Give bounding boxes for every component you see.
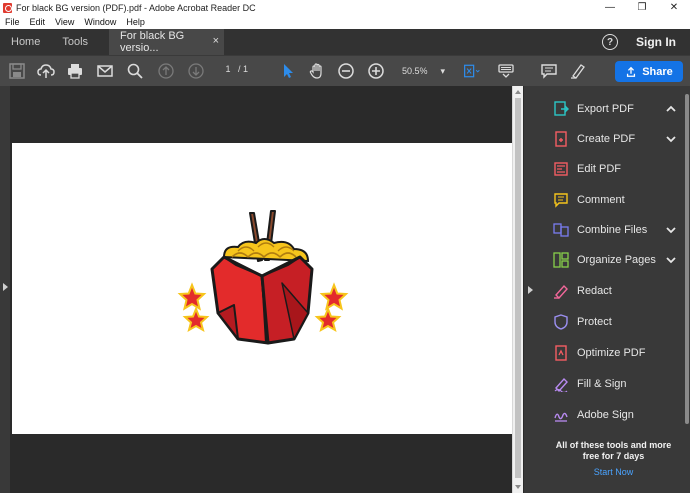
previous-page-icon[interactable]: [156, 61, 176, 81]
tool-adobe-sign[interactable]: Adobe Sign: [537, 402, 682, 428]
select-cursor-icon[interactable]: [278, 61, 298, 81]
minimize-button[interactable]: —: [594, 0, 626, 15]
comment-icon: [553, 192, 569, 208]
tools-pane-scrollbar[interactable]: [683, 86, 690, 426]
tab-tools[interactable]: Tools: [51, 29, 99, 55]
keyboard-icon[interactable]: [496, 61, 516, 81]
menu-edit[interactable]: Edit: [30, 17, 46, 27]
save-icon[interactable]: [7, 61, 27, 81]
close-button[interactable]: ✕: [658, 0, 690, 15]
scroll-down-icon[interactable]: [515, 485, 521, 489]
tool-label: Organize Pages: [577, 254, 656, 266]
noodle-box-logo: [177, 210, 349, 345]
export-pdf-icon: [553, 101, 569, 117]
tool-label: Fill & Sign: [577, 378, 627, 390]
zoom-out-icon[interactable]: [336, 61, 356, 81]
window-title: For black BG version (PDF).pdf - Adobe A…: [16, 2, 256, 13]
tab-home[interactable]: Home: [0, 29, 51, 55]
tool-label: Optimize PDF: [577, 347, 646, 359]
sign-in-button[interactable]: Sign In: [636, 35, 676, 49]
zoom-in-icon[interactable]: [366, 61, 386, 81]
tool-comment[interactable]: Comment: [537, 187, 682, 213]
share-button[interactable]: Share: [615, 61, 683, 82]
share-label: Share: [642, 65, 673, 78]
optimize-pdf-icon: [553, 345, 569, 361]
vertical-scrollbar[interactable]: [512, 86, 523, 493]
tool-protect[interactable]: Protect: [537, 309, 682, 335]
menu-view[interactable]: View: [55, 17, 74, 27]
scrollbar-thumb[interactable]: [515, 98, 521, 478]
window-controls: — ❐ ✕: [594, 0, 690, 15]
tool-redact[interactable]: Redact: [537, 278, 682, 304]
title-bar: For black BG version (PDF).pdf - Adobe A…: [0, 0, 690, 15]
redact-icon: [553, 283, 569, 299]
email-icon[interactable]: [95, 61, 115, 81]
tab-document-label: For black BG versio...: [120, 30, 185, 54]
chevron-down-icon: ▾: [440, 65, 445, 76]
left-panel-toggle[interactable]: [0, 86, 11, 493]
tool-optimize-pdf[interactable]: Optimize PDF: [537, 340, 682, 366]
menu-help[interactable]: Help: [126, 17, 145, 27]
menu-file[interactable]: File: [5, 17, 20, 27]
hand-tool-icon[interactable]: [307, 61, 327, 81]
adobe-sign-icon: [553, 407, 569, 423]
maximize-button[interactable]: ❐: [626, 0, 658, 15]
start-now-link[interactable]: Start Now: [537, 467, 690, 477]
print-icon[interactable]: [65, 61, 85, 81]
search-icon[interactable]: [125, 61, 145, 81]
page-total: / 1: [238, 64, 249, 74]
protect-icon: [553, 314, 569, 330]
tool-create-pdf[interactable]: Create PDF: [537, 126, 682, 152]
acrobat-app-icon: [3, 2, 12, 13]
tool-combine-files[interactable]: Combine Files: [537, 217, 682, 243]
highlight-pen-icon[interactable]: [568, 61, 588, 81]
chevron-up-icon[interactable]: [666, 104, 676, 114]
chevron-down-icon[interactable]: [666, 255, 676, 265]
create-pdf-icon: [553, 131, 569, 147]
tool-label: Edit PDF: [577, 163, 622, 175]
expand-left-icon: [3, 283, 8, 291]
zoom-level-value: 50.5%: [402, 66, 428, 76]
tool-fill-sign[interactable]: Fill & Sign: [537, 371, 682, 397]
edit-pdf-icon: [553, 161, 569, 177]
share-icon: [627, 66, 636, 77]
help-icon[interactable]: ?: [602, 34, 618, 50]
tool-organize-pages[interactable]: Organize Pages: [537, 247, 682, 273]
tab-document[interactable]: For black BG versio... ×: [109, 29, 225, 55]
menu-window[interactable]: Window: [84, 17, 116, 27]
acrobat-window: For black BG version (PDF).pdf - Adobe A…: [0, 0, 690, 493]
fill-sign-icon: [553, 376, 569, 392]
tool-label: Comment: [577, 194, 625, 206]
organize-pages-icon: [553, 252, 569, 268]
cloud-upload-icon[interactable]: [36, 61, 56, 81]
combine-files-icon: [553, 222, 569, 238]
takeout-box-graphic: [210, 255, 314, 345]
trial-promo: All of these tools and more free for 7 d…: [537, 430, 690, 493]
right-panel-toggle[interactable]: [523, 86, 537, 493]
tab-close-icon[interactable]: ×: [213, 35, 219, 47]
tool-edit-pdf[interactable]: Edit PDF: [537, 156, 682, 182]
tool-label: Export PDF: [577, 103, 634, 115]
tab-bar: Home Tools For black BG versio... × ? Si…: [0, 29, 690, 55]
next-page-icon[interactable]: [186, 61, 206, 81]
tool-label: Adobe Sign: [577, 409, 634, 421]
zoom-level-select[interactable]: 50.5% ▾: [396, 63, 448, 79]
promo-text: All of these tools and more free for 7 d…: [555, 440, 672, 461]
chevron-down-icon[interactable]: [666, 225, 676, 235]
page-number-input[interactable]: 1: [218, 64, 238, 78]
tool-label: Combine Files: [577, 224, 648, 236]
main-toolbar: 1 / 1 50.5% ▾ Share: [0, 55, 690, 86]
menu-bar: File Edit View Window Help: [0, 15, 690, 29]
tool-label: Redact: [577, 285, 612, 297]
collapse-right-icon: [528, 286, 533, 294]
tool-export-pdf[interactable]: Export PDF: [537, 96, 682, 122]
tool-label: Create PDF: [577, 133, 636, 145]
comment-icon[interactable]: [539, 61, 559, 81]
fit-page-icon[interactable]: [460, 61, 484, 81]
chevron-down-icon[interactable]: [666, 134, 676, 144]
scroll-up-icon[interactable]: [515, 90, 521, 94]
tool-label: Protect: [577, 316, 612, 328]
pdf-page: [12, 143, 512, 434]
